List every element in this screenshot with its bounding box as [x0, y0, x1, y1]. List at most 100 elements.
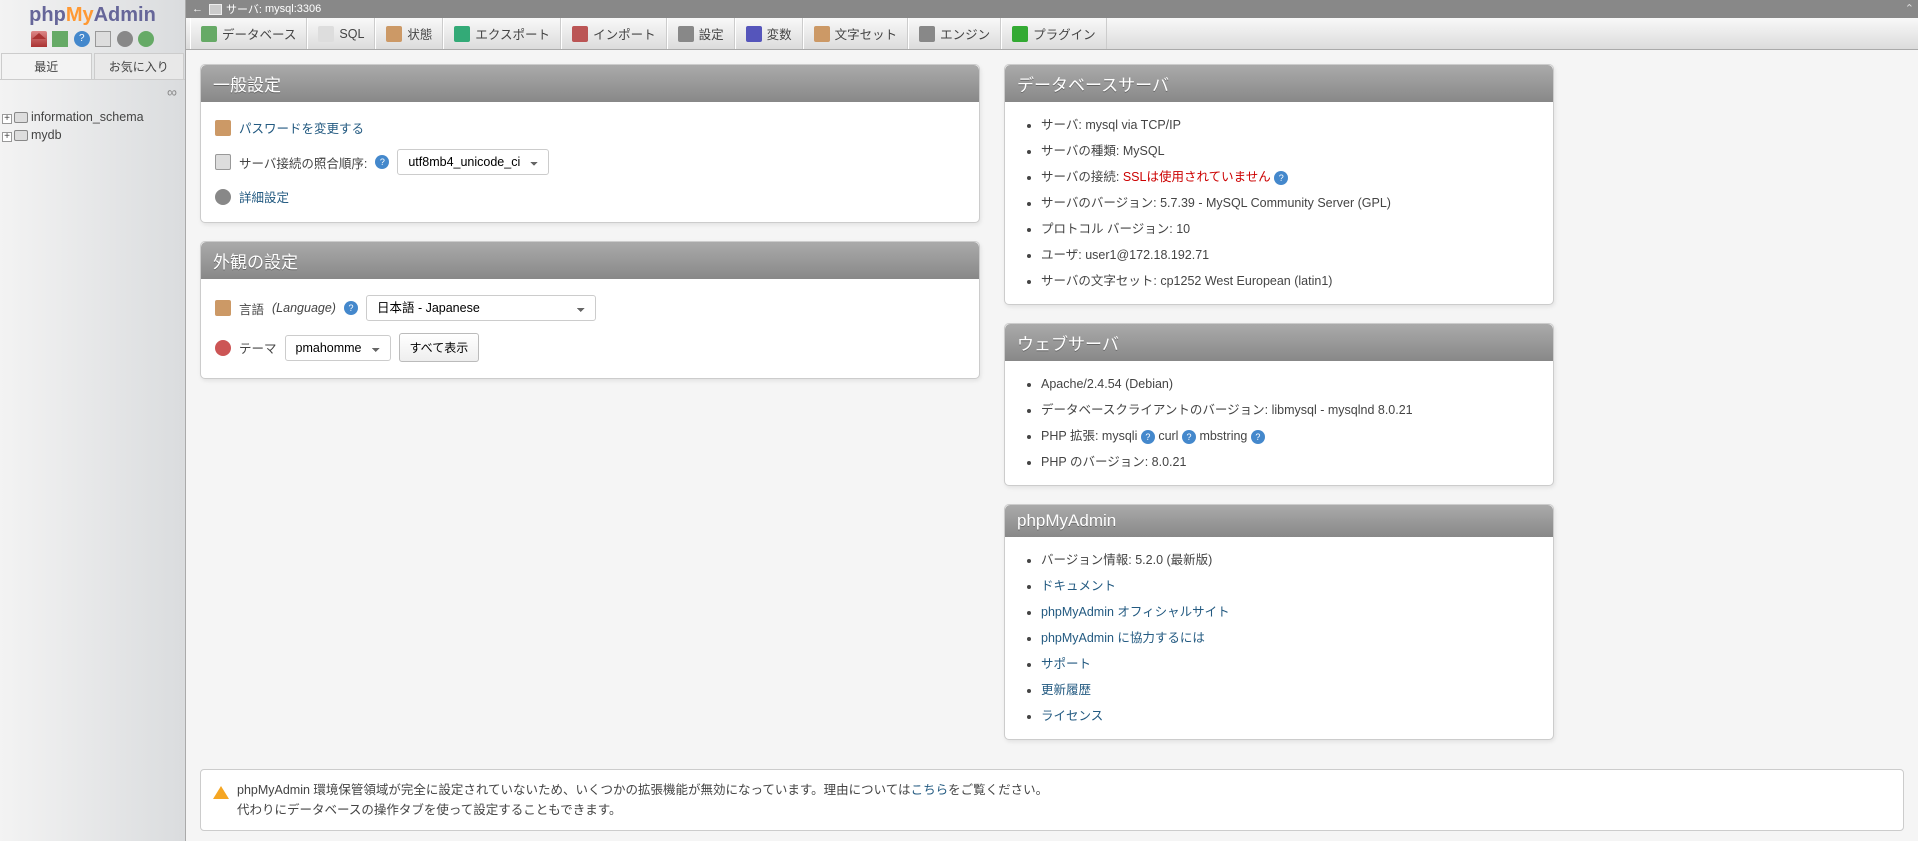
tab-favorites[interactable]: お気に入り — [94, 53, 185, 79]
pma-link[interactable]: サポート — [1041, 657, 1091, 671]
nav-tab-icon — [746, 26, 762, 42]
webserver-client: データベースクライアントのバージョン: libmysql - mysqlnd 8… — [1041, 397, 1539, 423]
nav-tab-label: エンジン — [940, 24, 990, 43]
pma-link-item: サポート — [1041, 651, 1539, 677]
expand-icon[interactable]: + — [2, 114, 12, 124]
panel-title: 一般設定 — [201, 65, 979, 102]
theme-icon — [215, 340, 231, 356]
nav-tab-label: プラグイン — [1033, 24, 1096, 43]
nav-tab-icon — [919, 26, 935, 42]
language-select[interactable]: 日本語 - Japanese — [366, 295, 596, 321]
nav-tab-label: インポート — [593, 24, 656, 43]
webserver-phpext: PHP 拡張: mysqli curl mbstring — [1041, 423, 1539, 449]
server-info-item: サーバ: mysql via TCP/IP — [1041, 112, 1539, 138]
db-label: information_schema — [31, 110, 144, 124]
nav-tab-6[interactable]: 変数 — [735, 18, 803, 49]
docs-icon[interactable] — [74, 31, 90, 47]
panel-appearance: 外観の設定 言語 (Language) 日本語 - Japanese テーマ p… — [200, 241, 980, 379]
help-icon[interactable] — [1141, 430, 1155, 444]
pma-link[interactable]: phpMyAdmin に協力するには — [1041, 631, 1205, 645]
db-label: mydb — [31, 128, 62, 142]
database-icon — [14, 130, 28, 141]
pma-link[interactable]: phpMyAdmin オフィシャルサイト — [1041, 605, 1230, 619]
sql-query-icon[interactable] — [95, 31, 111, 47]
reload-icon[interactable] — [138, 31, 154, 47]
nav-tab-label: 状態 — [407, 24, 432, 43]
nav-tab-7[interactable]: 文字セット — [803, 18, 909, 49]
more-settings-link[interactable]: 詳細設定 — [239, 187, 289, 206]
webserver-apache: Apache/2.4.54 (Debian) — [1041, 371, 1539, 397]
collation-label: サーバ接続の照合順序: — [239, 153, 367, 172]
theme-select[interactable]: pmahomme — [285, 335, 391, 361]
server-info-item: サーバの接続: SSLは使用されていません — [1041, 164, 1539, 190]
top-nav-tabs: データベース SQL 状態エクスポート インポート 設定変数 文字セット エンジン プラグイン — [186, 18, 1918, 50]
pma-link[interactable]: 更新履歴 — [1041, 683, 1091, 697]
nav-tab-2[interactable]: 状態 — [375, 18, 443, 49]
notice-link[interactable]: こちら — [911, 783, 949, 797]
config-warning-notice: phpMyAdmin 環境保管領域が完全に設定されていないため、いくつかの拡張機… — [200, 769, 1904, 831]
nav-tab-3[interactable]: エクスポート — [443, 18, 561, 49]
back-icon[interactable]: ← — [192, 3, 203, 15]
db-node-information-schema[interactable]: + information_schema — [2, 108, 183, 126]
database-icon — [14, 112, 28, 123]
link-icon[interactable]: ∞ — [0, 80, 185, 104]
logo-my: My — [66, 4, 94, 26]
pma-link[interactable]: ドキュメント — [1041, 579, 1116, 593]
nav-tab-icon — [201, 26, 217, 42]
panel-web-server: ウェブサーバ Apache/2.4.54 (Debian) データベースクライア… — [1004, 323, 1554, 486]
panel-title: ウェブサーバ — [1005, 324, 1553, 361]
navigation-sidebar: phpMyAdmin 最近 お気に入り ∞ + information_schem… — [0, 0, 186, 841]
server-info-item: サーバのバージョン: 5.7.39 - MySQL Community Serv… — [1041, 190, 1539, 216]
help-icon[interactable] — [1274, 171, 1288, 185]
pma-link[interactable]: ライセンス — [1041, 709, 1103, 723]
nav-tab-label: 文字セット — [835, 24, 898, 43]
nav-tab-0[interactable]: データベース — [190, 18, 307, 49]
panel-title: phpMyAdmin — [1005, 505, 1553, 537]
password-icon — [215, 120, 231, 136]
language-icon — [215, 300, 231, 316]
server-info-item: ユーザ: user1@172.18.192.71 — [1041, 242, 1539, 268]
collation-select[interactable]: utf8mb4_unicode_ci — [397, 149, 549, 175]
sidebar-tabs: 最近 お気に入り — [0, 53, 185, 80]
pma-version: バージョン情報: 5.2.0 (最新版) — [1041, 547, 1539, 573]
server-name: mysql:3306 — [265, 3, 321, 15]
home-icon[interactable] — [31, 31, 47, 47]
server-info-item: プロトコル バージョン: 10 — [1041, 216, 1539, 242]
panel-title: 外観の設定 — [201, 242, 979, 279]
nav-tab-9[interactable]: プラグイン — [1001, 18, 1107, 49]
pma-link-item: ライセンス — [1041, 703, 1539, 729]
main-content: 一般設定 パスワードを変更する サーバ接続の照合順序: utf8mb4_unic… — [186, 50, 1918, 841]
help-icon[interactable] — [375, 155, 389, 169]
nav-tab-1[interactable]: SQL — [307, 18, 375, 49]
db-node-mydb[interactable]: + mydb — [2, 126, 183, 144]
change-password-link[interactable]: パスワードを変更する — [239, 118, 364, 137]
help-icon[interactable] — [344, 301, 358, 315]
nav-tab-8[interactable]: エンジン — [908, 18, 1001, 49]
nav-tab-icon — [814, 26, 830, 42]
collapse-icon[interactable]: ⌃ — [1905, 2, 1914, 15]
logo[interactable]: phpMyAdmin — [0, 0, 185, 29]
nav-tab-5[interactable]: 設定 — [667, 18, 735, 49]
settings-icon[interactable] — [117, 31, 133, 47]
panel-phpmyadmin: phpMyAdmin バージョン情報: 5.2.0 (最新版) ドキュメント ph… — [1004, 504, 1554, 740]
nav-tab-label: SQL — [339, 27, 364, 41]
webserver-phpver: PHP のバージョン: 8.0.21 — [1041, 449, 1539, 475]
nav-tab-4[interactable]: インポート — [561, 18, 667, 49]
server-breadcrumb: ← サーバ: mysql:3306 ⌃ — [186, 0, 1918, 18]
nav-tab-icon — [678, 26, 694, 42]
panel-database-server: データベースサーバ サーバ: mysql via TCP/IPサーバの種類: M… — [1004, 64, 1554, 305]
help-icon[interactable] — [1182, 430, 1196, 444]
nav-tab-label: 設定 — [699, 24, 724, 43]
language-label: 言語 — [239, 299, 264, 318]
warning-icon — [213, 778, 229, 799]
collation-icon — [215, 154, 231, 170]
help-icon[interactable] — [1251, 430, 1265, 444]
logo-admin: Admin — [94, 4, 156, 26]
database-tree: + information_schema + mydb — [0, 104, 185, 148]
nav-tab-label: データベース — [222, 24, 296, 43]
panel-general-settings: 一般設定 パスワードを変更する サーバ接続の照合順序: utf8mb4_unic… — [200, 64, 980, 223]
expand-icon[interactable]: + — [2, 132, 12, 142]
tab-recent[interactable]: 最近 — [1, 53, 92, 79]
view-all-themes-button[interactable]: すべて表示 — [399, 333, 480, 362]
logout-icon[interactable] — [52, 31, 68, 47]
